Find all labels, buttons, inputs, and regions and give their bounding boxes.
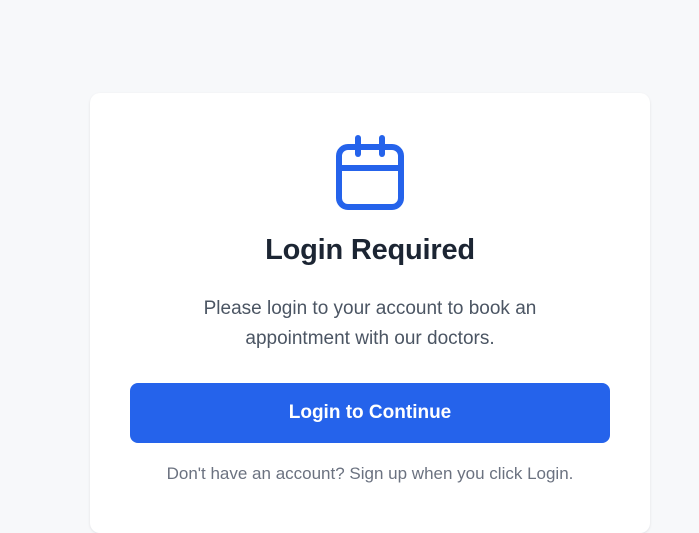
signup-hint: Don't have an account? Sign up when you … — [166, 464, 574, 483]
login-message: Please login to your account to book an … — [203, 298, 537, 349]
login-required-card: Login Required Please login to your acco… — [90, 93, 650, 533]
login-to-continue-button[interactable]: Login to Continue — [130, 383, 610, 443]
calendar-icon — [334, 134, 406, 212]
page-title: Login Required — [265, 234, 475, 266]
